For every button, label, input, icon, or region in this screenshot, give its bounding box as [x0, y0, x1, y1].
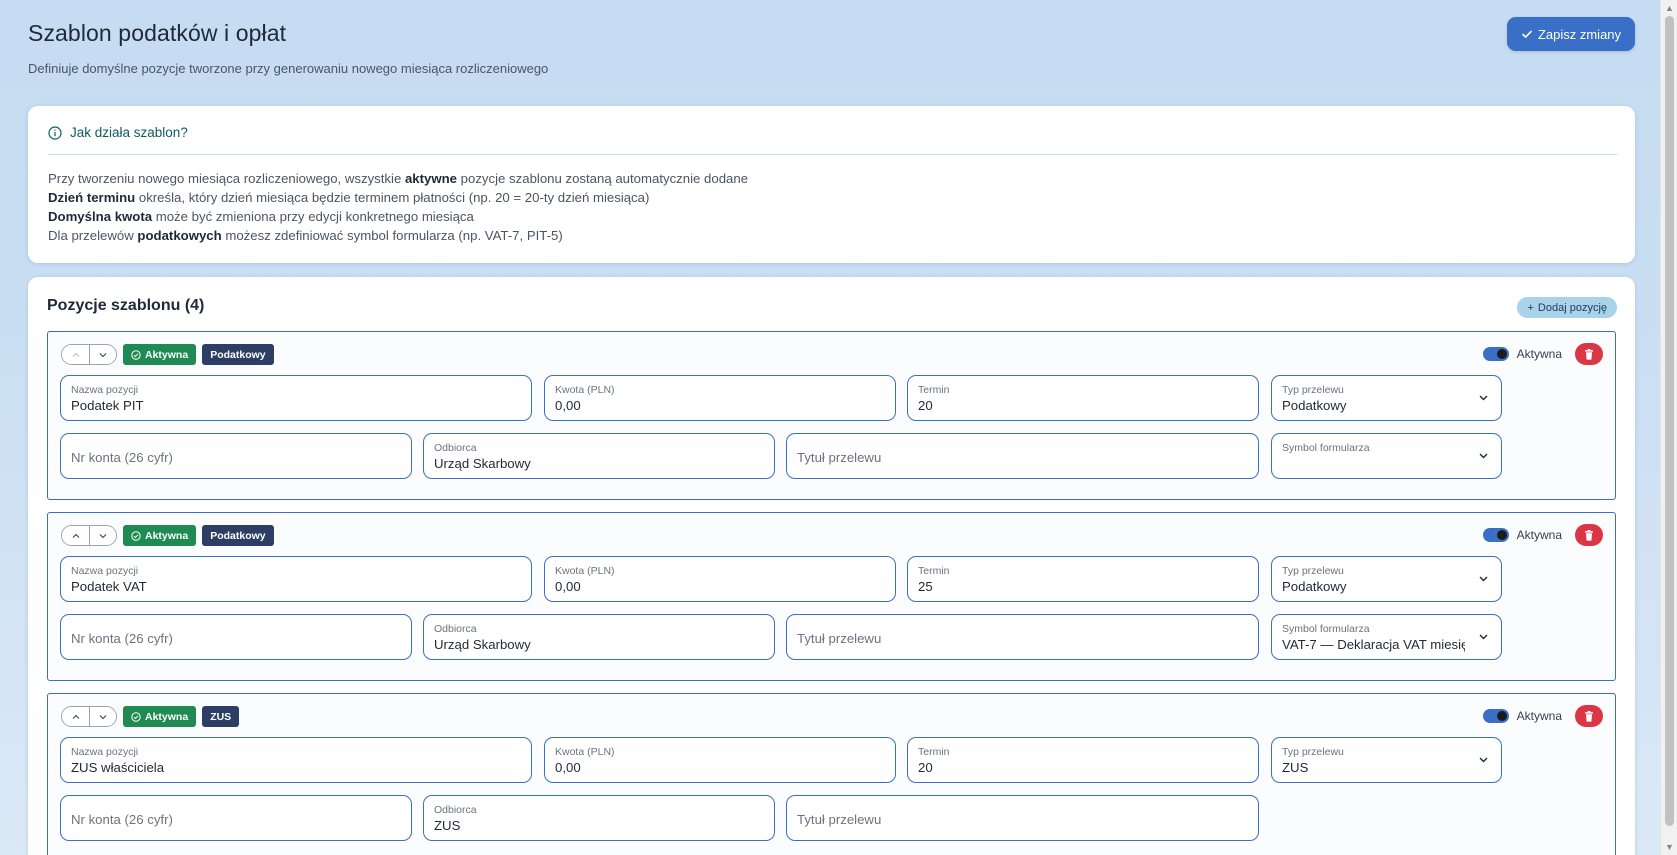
- item-actions: Aktywna: [1482, 343, 1603, 365]
- item-amount-field[interactable]: Kwota (PLN) 0,00: [544, 556, 896, 602]
- page-subtitle: Definiuje domyślne pozycje tworzone przy…: [28, 61, 549, 76]
- add-item-button[interactable]: + Dodaj pozycję: [1517, 297, 1617, 318]
- item-transfer-title-field[interactable]: Tytuł przelewu: [786, 614, 1259, 660]
- page: Szablon podatków i opłat Definiuje domyś…: [0, 0, 1660, 855]
- item-toolbar: Aktywna Podatkowy: [61, 525, 274, 546]
- active-toggle-label: Aktywna: [1516, 528, 1562, 542]
- info-card: Jak działa szablon? Przy tworzeniu noweg…: [28, 106, 1635, 263]
- info-line-2: Dzień terminu określa, który dzień miesi…: [48, 190, 650, 205]
- scroll-up-arrow[interactable]: ▲: [1661, 0, 1677, 16]
- chevron-down-icon: [1479, 576, 1488, 582]
- status-badge: Aktywna: [123, 706, 197, 727]
- status-badge: Aktywna: [123, 525, 197, 546]
- page-title: Szablon podatków i opłat: [28, 20, 287, 46]
- active-toggle-label: Aktywna: [1516, 347, 1562, 361]
- item-toolbar: Aktywna Podatkowy: [61, 344, 274, 365]
- check-circle-icon: [131, 530, 141, 541]
- save-changes-button[interactable]: Zapisz zmiany: [1507, 17, 1635, 51]
- scroll-thumb[interactable]: [1665, 16, 1674, 826]
- info-divider: [48, 154, 1617, 155]
- item-name-field[interactable]: Nazwa pozycji ZUS właściciela: [60, 737, 532, 783]
- chevron-down-icon: [1479, 634, 1488, 640]
- item-form-symbol-select[interactable]: Symbol formularza VAT-7 — Deklaracja VAT …: [1271, 614, 1502, 660]
- chevron-up-icon: [72, 714, 79, 719]
- item-toolbar: Aktywna ZUS: [61, 706, 240, 727]
- item-transfer-title-field[interactable]: Tytuł przelewu: [786, 795, 1259, 841]
- template-item: Aktywna Podatkowy Aktywna Nazwa pozycji P…: [47, 331, 1616, 500]
- item-name-field[interactable]: Nazwa pozycji Podatek PIT: [60, 375, 532, 421]
- info-title: Jak działa szablon?: [70, 125, 188, 140]
- type-badge: Podatkowy: [202, 344, 274, 365]
- plus-icon: +: [1527, 301, 1534, 314]
- save-changes-label: Zapisz zmiany: [1537, 26, 1622, 42]
- chevron-down-icon: [99, 533, 107, 538]
- item-name-field[interactable]: Nazwa pozycji Podatek VAT: [60, 556, 532, 602]
- item-amount-field[interactable]: Kwota (PLN) 0,00: [544, 737, 896, 783]
- item-amount-field[interactable]: Kwota (PLN) 0,00: [544, 375, 896, 421]
- move-buttons: [61, 706, 117, 727]
- move-buttons: [61, 344, 117, 365]
- info-header: Jak działa szablon?: [48, 125, 188, 140]
- item-due-field[interactable]: Termin 20: [907, 375, 1259, 421]
- chevron-down-icon: [1479, 453, 1488, 459]
- page-scrollbar[interactable]: ▲ ▼: [1660, 0, 1677, 855]
- item-form-symbol-select[interactable]: Symbol formularza: [1271, 433, 1502, 479]
- info-line-4: Dla przelewów podatkowych możesz zdefini…: [48, 228, 563, 243]
- item-recipient-field[interactable]: Odbiorca Urząd Skarbowy: [423, 614, 775, 660]
- status-badge: Aktywna: [123, 344, 197, 365]
- item-recipient-field[interactable]: Odbiorca Urząd Skarbowy: [423, 433, 775, 479]
- move-down-button[interactable]: [89, 526, 116, 545]
- trash-icon: [1585, 348, 1593, 360]
- active-toggle[interactable]: [1482, 347, 1509, 361]
- trash-icon: [1585, 710, 1593, 722]
- move-up-button[interactable]: [62, 345, 89, 364]
- item-due-field[interactable]: Termin 25: [907, 556, 1259, 602]
- chevron-down-icon: [1479, 395, 1488, 401]
- check-circle-icon: [131, 711, 141, 722]
- item-account-field[interactable]: Nr konta (26 cyfr): [60, 795, 412, 841]
- template-item: Aktywna Podatkowy Aktywna Nazwa pozycji P…: [47, 512, 1616, 681]
- trash-icon: [1585, 529, 1593, 541]
- item-due-field[interactable]: Termin 20: [907, 737, 1259, 783]
- move-buttons: [61, 525, 117, 546]
- item-account-field[interactable]: Nr konta (26 cyfr): [60, 614, 412, 660]
- info-line-3: Domyślna kwota może być zmieniona przy e…: [48, 209, 474, 224]
- check-icon: [1522, 30, 1532, 38]
- scroll-down-arrow[interactable]: ▼: [1661, 839, 1677, 855]
- type-badge: Podatkowy: [202, 525, 274, 546]
- template-items-title: Pozycje szablonu (4): [47, 297, 205, 314]
- info-icon: [48, 125, 62, 140]
- delete-item-button[interactable]: [1575, 343, 1603, 365]
- type-badge: ZUS: [202, 706, 240, 727]
- item-transfer-type-select[interactable]: Typ przelewu ZUS: [1271, 737, 1502, 783]
- chevron-up-icon: [72, 533, 79, 538]
- move-up-button[interactable]: [62, 526, 89, 545]
- active-toggle[interactable]: [1482, 528, 1509, 542]
- info-body: Przy tworzeniu nowego miesiąca rozliczen…: [48, 169, 748, 245]
- move-up-button[interactable]: [62, 707, 89, 726]
- item-account-field[interactable]: Nr konta (26 cyfr): [60, 433, 412, 479]
- template-item: Aktywna ZUS Aktywna Nazwa pozycji ZUS wła…: [47, 693, 1616, 855]
- chevron-down-icon: [99, 352, 107, 357]
- page-header: Szablon podatków i opłat Definiuje domyś…: [28, 20, 548, 76]
- delete-item-button[interactable]: [1575, 705, 1603, 727]
- move-down-button[interactable]: [89, 707, 116, 726]
- template-items-card: Pozycje szablonu (4) + Dodaj pozycję Akt…: [28, 277, 1635, 855]
- info-line-1: Przy tworzeniu nowego miesiąca rozliczen…: [48, 171, 749, 186]
- delete-item-button[interactable]: [1575, 524, 1603, 546]
- item-recipient-field[interactable]: Odbiorca ZUS: [423, 795, 775, 841]
- active-toggle[interactable]: [1482, 709, 1509, 723]
- item-actions: Aktywna: [1482, 705, 1603, 727]
- move-down-button[interactable]: [89, 345, 116, 364]
- chevron-up-icon: [72, 352, 79, 357]
- chevron-down-icon: [99, 714, 107, 719]
- item-transfer-type-select[interactable]: Typ przelewu Podatkowy: [1271, 375, 1502, 421]
- item-transfer-title-field[interactable]: Tytuł przelewu: [786, 433, 1259, 479]
- check-circle-icon: [131, 349, 141, 360]
- item-actions: Aktywna: [1482, 524, 1603, 546]
- active-toggle-label: Aktywna: [1516, 709, 1562, 723]
- add-item-label: Dodaj pozycję: [1537, 301, 1607, 314]
- item-transfer-type-select[interactable]: Typ przelewu Podatkowy: [1271, 556, 1502, 602]
- chevron-down-icon: [1479, 757, 1488, 763]
